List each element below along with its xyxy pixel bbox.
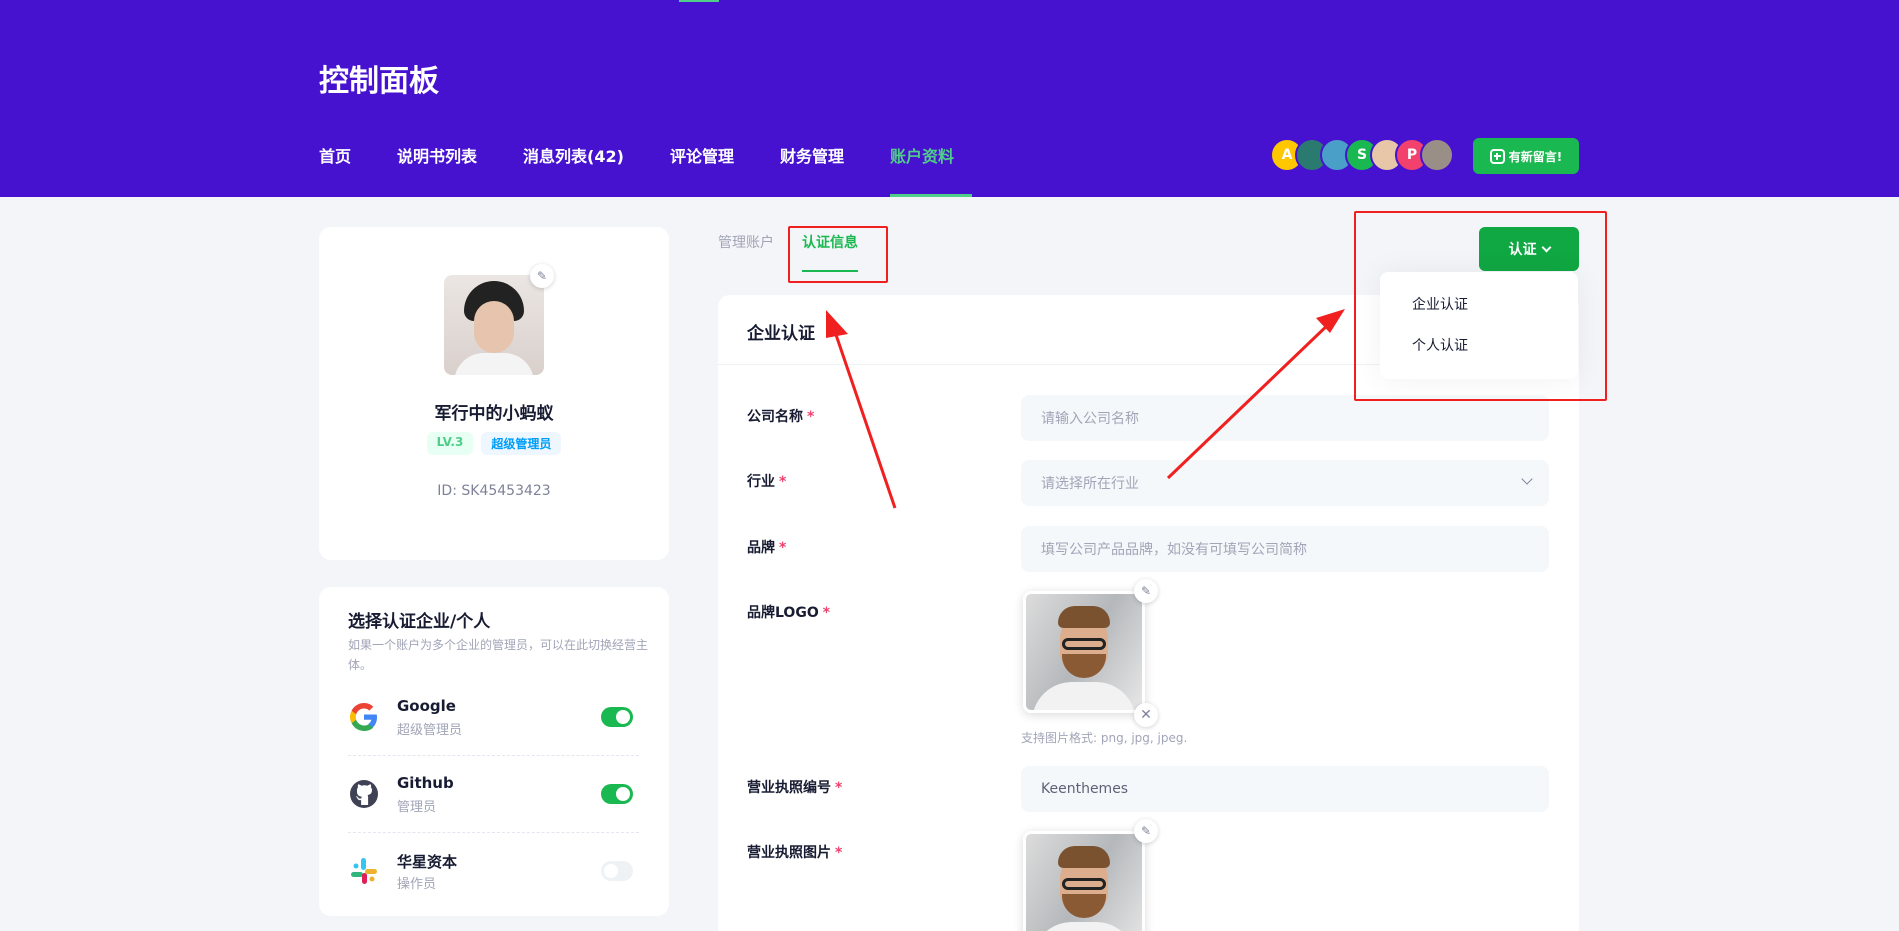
annotation-box-dropdown (1354, 211, 1607, 401)
edit-logo-pencil-icon[interactable]: ✎ (1134, 579, 1158, 603)
company-name-input[interactable]: 请输入公司名称 (1021, 395, 1549, 441)
company-label: 公司名称 * (747, 409, 815, 425)
nav-manuals[interactable]: 说明书列表 (397, 143, 477, 197)
main-nav: 首页 说明书列表 消息列表(42) 评论管理 财务管理 账户资料 (319, 143, 1000, 197)
account-role: 超级管理员 (397, 723, 463, 738)
avatar[interactable] (1420, 138, 1454, 172)
nav-account[interactable]: 账户资料 (889, 143, 973, 197)
account-role: 操作员 (397, 877, 437, 892)
nav-home[interactable]: 首页 (319, 143, 351, 197)
role-badge: 超级管理员 (481, 432, 562, 455)
google-logo-icon (350, 703, 377, 731)
license-image (1023, 831, 1145, 931)
list-item: Github 管理员 (348, 756, 639, 833)
google-account-toggle[interactable] (601, 707, 633, 727)
remove-logo-close-icon[interactable]: ✕ (1134, 703, 1158, 727)
page-title: 控制面板 (319, 64, 439, 99)
page-header: 控制面板 首页 说明书列表 消息列表(42) 评论管理 财务管理 账户资料 A … (0, 0, 1899, 197)
level-badge: LV.3 (426, 432, 474, 455)
chevron-down-icon (1521, 473, 1533, 485)
entity-switcher-card: 选择认证企业/个人 如果一个账户为多个企业的管理员，可以在此切换经营主体。 Go… (319, 587, 669, 916)
form-title: 企业认证 (747, 324, 815, 344)
industry-label: 行业 * (747, 474, 787, 490)
plus-square-icon (1489, 148, 1505, 164)
list-item: Google 超级管理员 (348, 679, 639, 756)
nav-messages[interactable]: 消息列表(42) (523, 143, 624, 197)
industry-select[interactable]: 请选择所在行业 (1021, 460, 1549, 506)
nav-comments[interactable]: 评论管理 (670, 143, 734, 197)
industry-placeholder: 请选择所在行业 (1041, 476, 1139, 492)
logo-format-hint: 支持图片格式: png, jpg, jpeg. (1021, 731, 1188, 745)
brand-logo-image (1023, 591, 1145, 713)
account-role: 管理员 (397, 800, 437, 815)
annotation-box-tab (788, 226, 888, 283)
profile-card: ✎ 军行中的小蚂蚁 LV.3 超级管理员 ID: SK45453423 (319, 227, 669, 560)
avatar-group: A S P (1270, 138, 1454, 172)
switcher-title: 选择认证企业/个人 (348, 612, 491, 632)
account-name: Google (397, 697, 456, 715)
list-item: 华星资本 操作员 (348, 833, 639, 910)
switcher-description: 如果一个账户为多个企业的管理员，可以在此切换经营主体。 (348, 638, 649, 672)
new-message-label: 有新留言! (1508, 149, 1563, 164)
account-name: Github (397, 774, 454, 792)
brand-logo-label: 品牌LOGO * (747, 605, 831, 621)
huaxing-account-toggle[interactable] (601, 861, 633, 881)
license-image-label: 营业执照图片 * (747, 845, 843, 861)
account-name: 华星资本 (397, 853, 458, 871)
slack-logo-icon (351, 858, 377, 884)
new-message-button[interactable]: 有新留言! (1473, 138, 1579, 174)
nav-finance[interactable]: 财务管理 (780, 143, 844, 197)
license-number-input[interactable]: Keenthemes (1021, 766, 1549, 812)
license-number-label: 营业执照编号 * (747, 780, 843, 796)
profile-badges: LV.3 超级管理员 (319, 432, 669, 455)
github-account-toggle[interactable] (601, 784, 633, 804)
github-logo-icon (350, 780, 378, 808)
profile-name: 军行中的小蚂蚁 (434, 404, 554, 424)
tab-manage-account[interactable]: 管理账户 (718, 232, 774, 272)
profile-id: ID: SK45453423 (437, 483, 551, 499)
brand-label: 品牌 * (747, 540, 787, 556)
profile-avatar (444, 275, 544, 375)
header-accent-line (679, 0, 719, 2)
edit-license-pencil-icon[interactable]: ✎ (1134, 819, 1158, 843)
edit-avatar-pencil-icon[interactable]: ✎ (530, 264, 554, 288)
brand-input[interactable]: 填写公司产品品牌，如没有可填写公司简称 (1021, 526, 1549, 572)
